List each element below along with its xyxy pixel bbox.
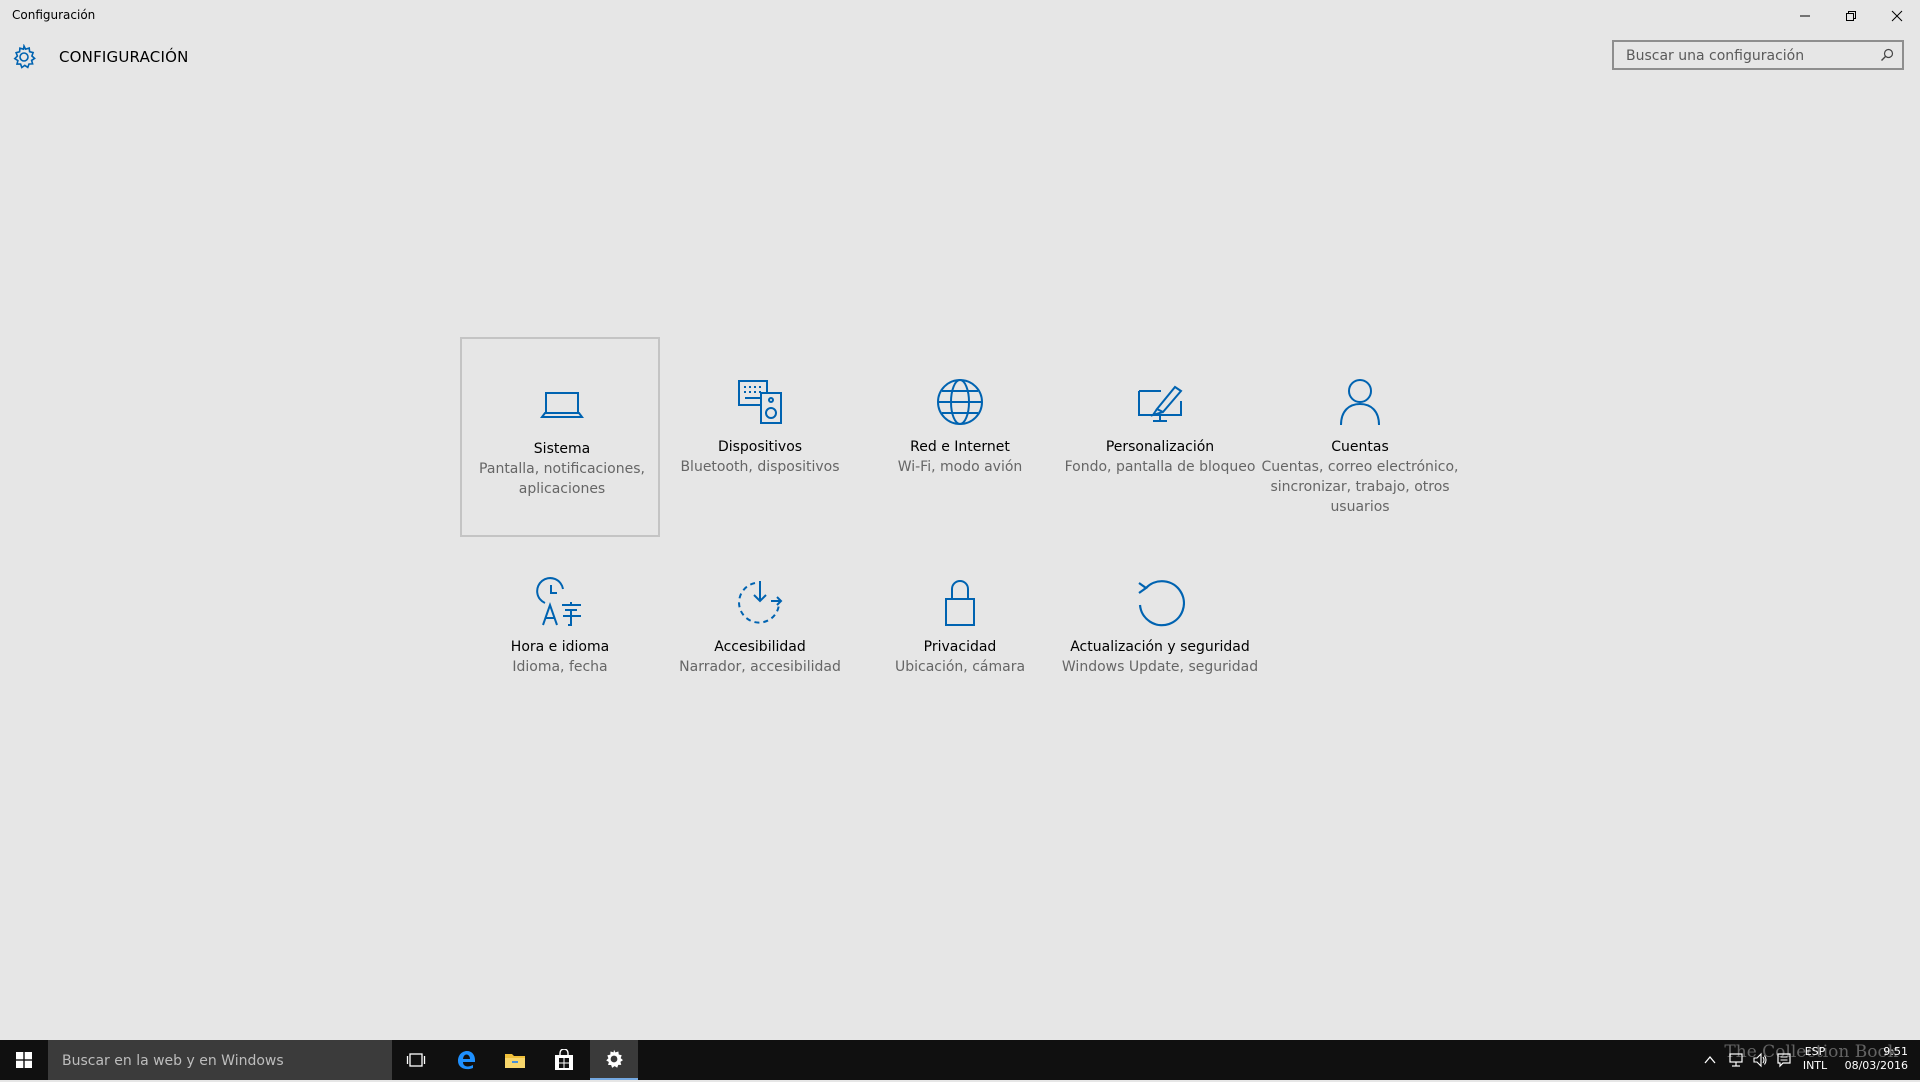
store-button[interactable]	[540, 1040, 588, 1080]
tile-title: Accesibilidad	[714, 639, 806, 655]
close-button[interactable]	[1874, 0, 1920, 32]
tile-red-internet[interactable]: Red e Internet Wi-Fi, modo avión	[860, 337, 1060, 537]
tile-hora-idioma[interactable]: Hora e idioma Idioma, fecha	[460, 537, 660, 737]
gear-icon	[606, 1049, 623, 1068]
settings-taskbar-button[interactable]	[590, 1040, 638, 1080]
tile-title: Cuentas	[1331, 439, 1389, 455]
tile-title: Actualización y seguridad	[1070, 639, 1250, 655]
tile-actualizacion-seguridad[interactable]: Actualización y seguridad Windows Update…	[1060, 537, 1260, 737]
tile-description: Idioma, fecha	[512, 659, 608, 675]
file-explorer-button[interactable]	[491, 1040, 539, 1080]
tile-description: Windows Update, seguridad	[1061, 659, 1259, 675]
tile-title: Red e Internet	[910, 439, 1010, 455]
tile-description: Cuentas, correo electrónico, sincronizar…	[1261, 459, 1459, 515]
tile-personalizacion[interactable]: Personalización Fondo, pantalla de bloqu…	[1060, 337, 1260, 537]
close-icon	[1891, 10, 1903, 22]
tile-description: Wi-Fi, modo avión	[897, 459, 1023, 475]
page-title: CONFIGURACIÓN	[59, 48, 189, 66]
devices-icon	[735, 377, 785, 427]
laptop-icon	[537, 379, 587, 429]
start-button[interactable]	[0, 1040, 48, 1080]
task-view-button[interactable]	[392, 1040, 440, 1080]
tile-description: Pantalla, notificaciones, aplicaciones	[479, 461, 645, 497]
settings-search-input[interactable]	[1624, 42, 1868, 70]
taskbar: ESP INTL 9:51 08/03/2016	[0, 1040, 1920, 1082]
tile-title: Hora e idioma	[510, 639, 610, 655]
tile-cuentas[interactable]: Cuentas Cuentas, correo electrónico, sin…	[1260, 337, 1460, 537]
globe-icon	[935, 377, 985, 427]
restore-button[interactable]	[1828, 0, 1874, 32]
tile-description: Bluetooth, dispositivos	[680, 459, 840, 475]
tile-dispositivos[interactable]: Dispositivos Bluetooth, dispositivos	[660, 337, 860, 537]
tile-sistema[interactable]: Sistema Pantalla, notificaciones, aplica…	[460, 337, 660, 537]
folder-icon	[505, 1054, 525, 1068]
tile-title: Personalización	[1105, 439, 1215, 455]
tile-description: Narrador, accesibilidad	[679, 659, 841, 675]
task-view-icon	[406, 1053, 426, 1067]
tile-title: Sistema	[533, 441, 591, 457]
title-bar: Configuración	[0, 0, 1920, 32]
tile-description: Fondo, pantalla de bloqueo	[1064, 459, 1256, 475]
store-icon	[555, 1049, 573, 1070]
minimize-icon	[1800, 15, 1810, 17]
tile-title: Dispositivos	[717, 439, 803, 455]
edge-button[interactable]	[442, 1040, 490, 1080]
lock-icon	[935, 577, 985, 627]
tile-description: Ubicación, cámara	[894, 659, 1026, 675]
tile-title: Privacidad	[923, 639, 997, 655]
windows-logo-icon	[16, 1052, 32, 1068]
settings-search[interactable]	[1612, 40, 1904, 70]
window-title: Configuración	[12, 8, 96, 22]
gear-icon	[13, 44, 36, 69]
taskbar-search[interactable]	[48, 1040, 392, 1082]
time-language-icon	[535, 577, 585, 627]
chevron-up-icon[interactable]	[1702, 1052, 1718, 1068]
edge-icon	[458, 1051, 475, 1070]
person-icon	[1335, 377, 1385, 427]
personalization-icon	[1135, 377, 1185, 427]
taskbar-search-input[interactable]	[60, 1040, 384, 1082]
search-icon[interactable]	[1880, 48, 1894, 62]
update-icon	[1135, 577, 1185, 627]
minimize-button[interactable]	[1782, 0, 1828, 32]
tile-privacidad[interactable]: Privacidad Ubicación, cámara	[860, 537, 1060, 737]
accessibility-icon	[735, 577, 785, 627]
tile-accesibilidad[interactable]: Accesibilidad Narrador, accesibilidad	[660, 537, 860, 737]
watermark: The Collection Book	[1724, 1042, 1898, 1062]
restore-icon	[1846, 11, 1856, 21]
